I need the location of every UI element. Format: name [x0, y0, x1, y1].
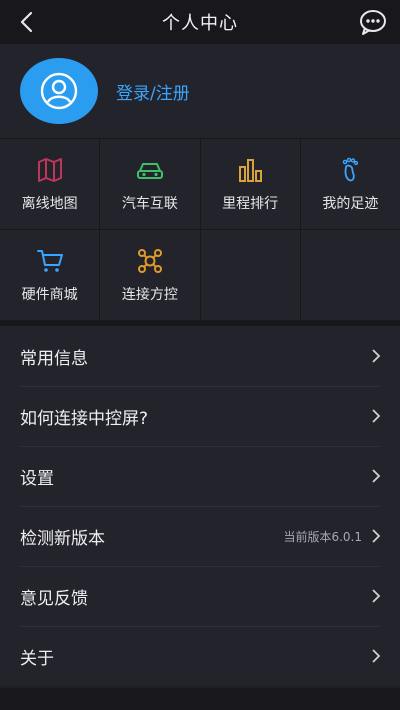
grid-item-label: 连接方控 [121, 287, 178, 303]
grid-item-connect-controller[interactable]: 连接方控 [100, 230, 200, 320]
chevron-right-icon [372, 409, 381, 423]
current-version-text: 当前版本6.0.1 [283, 529, 362, 544]
chevron-right-icon [372, 529, 381, 543]
menu-item-label: 设置 [20, 468, 54, 489]
menu-item-label: 关于 [20, 648, 54, 669]
profile-header: 登录/注册 [0, 44, 400, 138]
personal-center-screen: 个人中心 登录/注册 离线地图 汽车互联 里程排行 我的足迹 硬件商城 连接方控… [0, 0, 400, 710]
menu-item-settings[interactable]: 设置 [0, 446, 400, 506]
map-icon [37, 158, 62, 182]
menu-item-label: 如何连接中控屏? [20, 408, 149, 429]
footprint-icon [343, 157, 359, 182]
grid-item-car-connect[interactable]: 汽车互联 [100, 139, 200, 229]
menu-item-common-info[interactable]: 常用信息 [0, 326, 400, 386]
menu-item-label: 意见反馈 [20, 588, 88, 609]
menu-item-how-to-connect[interactable]: 如何连接中控屏? [0, 386, 400, 446]
grid-item-offline-map[interactable]: 离线地图 [0, 139, 100, 229]
grid-item-label: 我的足迹 [322, 196, 379, 212]
menu-item-check-update[interactable]: 检测新版本 当前版本6.0.1 [0, 506, 400, 566]
login-register-link[interactable]: 登录/注册 [116, 79, 190, 104]
bar-chart-icon [239, 159, 263, 182]
grid-item-my-footprint[interactable]: 我的足迹 [300, 139, 400, 229]
settings-menu: 常用信息 如何连接中控屏? 设置 检测新版本 当前版本6.0.1 意见反馈 关于 [0, 326, 400, 686]
grid-item-hardware-store[interactable]: 硬件商城 [0, 230, 100, 320]
grid-item-label: 里程排行 [222, 196, 279, 212]
chevron-right-icon [372, 349, 381, 363]
bottom-band [0, 688, 400, 710]
back-arrow-icon[interactable] [14, 8, 42, 36]
car-icon [136, 163, 163, 179]
user-icon [40, 72, 78, 110]
top-bar: 个人中心 [0, 0, 400, 44]
page-title: 个人中心 [162, 13, 238, 34]
cart-icon [36, 250, 63, 272]
avatar[interactable] [20, 58, 98, 124]
chevron-right-icon [372, 469, 381, 483]
grid-empty-cell [200, 230, 300, 320]
controller-icon [137, 249, 162, 273]
chevron-right-icon [372, 649, 381, 663]
menu-item-label: 常用信息 [20, 348, 88, 369]
grid-item-label: 汽车互联 [121, 196, 178, 212]
feature-grid: 离线地图 汽车互联 里程排行 我的足迹 硬件商城 连接方控 [0, 138, 400, 320]
menu-item-label: 检测新版本 [20, 528, 105, 549]
grid-item-label: 离线地图 [21, 196, 78, 212]
grid-item-mileage-ranking[interactable]: 里程排行 [200, 139, 300, 229]
menu-item-feedback[interactable]: 意见反馈 [0, 566, 400, 626]
menu-item-about[interactable]: 关于 [0, 626, 400, 686]
grid-item-label: 硬件商城 [21, 287, 78, 303]
grid-empty-cell [300, 230, 400, 320]
chevron-right-icon [372, 589, 381, 603]
chat-bubble-icon[interactable] [358, 8, 388, 36]
